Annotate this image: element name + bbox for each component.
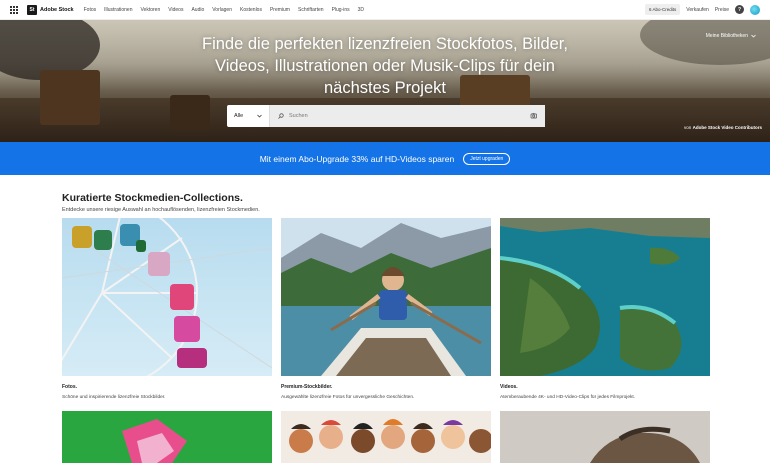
nav-link-fotos[interactable]: Fotos xyxy=(84,7,97,13)
nav-right: 6 Abo-Credits Verkaufen Preise ? xyxy=(645,4,760,15)
hero-title: Finde die perfekten lizenzfreien Stockfo… xyxy=(202,35,568,97)
card-desc-premium: Ausgewählte lizenzfreie Fotos für unverg… xyxy=(281,395,415,400)
my-libraries-label: Meine Bibliotheken xyxy=(705,33,748,39)
top-navigation: St Adobe Stock Fotos Illustrationen Vekt… xyxy=(0,0,770,20)
card-label-videos[interactable]: Videos. xyxy=(500,384,518,390)
nav-links: Fotos Illustrationen Vektoren Videos Aud… xyxy=(84,7,364,13)
contributor-credit: von Adobe Stock Video Contributors xyxy=(684,125,762,130)
contributor-name[interactable]: Adobe Stock Video Contributors xyxy=(693,125,762,130)
nav-link-3d[interactable]: 3D xyxy=(358,7,364,13)
search-input[interactable]: Suchen xyxy=(270,105,523,127)
templates-image xyxy=(122,419,187,463)
nav-link-schriftarten[interactable]: Schriftarten xyxy=(298,7,324,13)
credits-button[interactable]: 6 Abo-Credits xyxy=(645,4,681,15)
upgrade-banner-text: Mit einem Abo-Upgrade 33% auf HD-Videos … xyxy=(259,153,455,164)
chevron-down-icon xyxy=(751,34,756,38)
card-desc-videos: Atemberaubende 4K- und HD-Video-Clips fü… xyxy=(500,395,636,400)
hero-chair xyxy=(40,70,100,125)
illustrations-image xyxy=(289,419,491,453)
search-placeholder: Suchen xyxy=(289,113,308,119)
avatar[interactable] xyxy=(750,4,760,15)
collection-card-audio[interactable] xyxy=(500,411,710,463)
help-icon[interactable]: ? xyxy=(735,5,744,14)
collection-card-illustrations[interactable] xyxy=(281,411,491,463)
island-aerial-image xyxy=(500,218,710,376)
collection-card-fotos[interactable] xyxy=(62,218,272,376)
audio-image xyxy=(500,411,710,463)
nav-link-premium[interactable]: Premium xyxy=(270,7,290,13)
app-switcher-icon[interactable] xyxy=(10,5,18,14)
nav-link-vektoren[interactable]: Vektoren xyxy=(141,7,161,13)
hero-chair xyxy=(170,95,210,130)
upgrade-banner: Mit einem Abo-Upgrade 33% auf HD-Videos … xyxy=(0,142,770,175)
search-icon xyxy=(278,113,284,119)
nav-link-vorlagen[interactable]: Vorlagen xyxy=(212,7,232,13)
collections-subtitle: Entdecke unsere riesige Auswahl an hocha… xyxy=(62,207,260,213)
sell-link[interactable]: Verkaufen xyxy=(686,7,709,13)
chevron-down-icon xyxy=(257,114,262,118)
nav-link-kostenlos[interactable]: Kostenlos xyxy=(240,7,262,13)
card-label-premium[interactable]: Premium-Stockbilder. xyxy=(281,384,332,390)
collection-card-videos[interactable] xyxy=(500,218,710,376)
my-libraries-button[interactable]: Meine Bibliotheken xyxy=(706,33,756,39)
nav-link-illustrationen[interactable]: Illustrationen xyxy=(104,7,132,13)
pricing-link[interactable]: Preise xyxy=(715,7,729,13)
collection-card-templates[interactable] xyxy=(62,411,272,463)
category-select[interactable]: Alle xyxy=(227,105,270,127)
card-desc-fotos: Schöne und inspirierende lizenzfreie Sto… xyxy=(62,395,166,400)
upgrade-button[interactable]: Jetzt upgraden xyxy=(463,152,511,165)
ferris-wheel-image xyxy=(62,218,272,376)
collections-title: Kuratierte Stockmedien-Collections. xyxy=(62,192,243,204)
collection-card-premium[interactable] xyxy=(281,218,491,376)
logo-text: Adobe Stock xyxy=(40,6,74,13)
stock-logo-badge: St xyxy=(27,4,37,15)
search-bar: Alle Suchen xyxy=(227,105,545,127)
visual-search-button[interactable] xyxy=(523,105,545,127)
category-selected-value: Alle xyxy=(234,113,244,119)
camera-search-icon xyxy=(530,113,537,119)
nav-link-plugins[interactable]: Plug-ins xyxy=(332,7,350,13)
hero-banner: Finde die perfekten lizenzfreien Stockfo… xyxy=(0,20,770,142)
contributor-prefix: von xyxy=(684,125,692,130)
adobe-stock-logo[interactable]: St Adobe Stock xyxy=(27,4,74,15)
card-label-fotos[interactable]: Fotos. xyxy=(62,384,77,390)
nav-link-audio[interactable]: Audio xyxy=(191,7,204,13)
nav-link-videos[interactable]: Videos xyxy=(168,7,183,13)
boat-lake-image xyxy=(281,218,491,376)
